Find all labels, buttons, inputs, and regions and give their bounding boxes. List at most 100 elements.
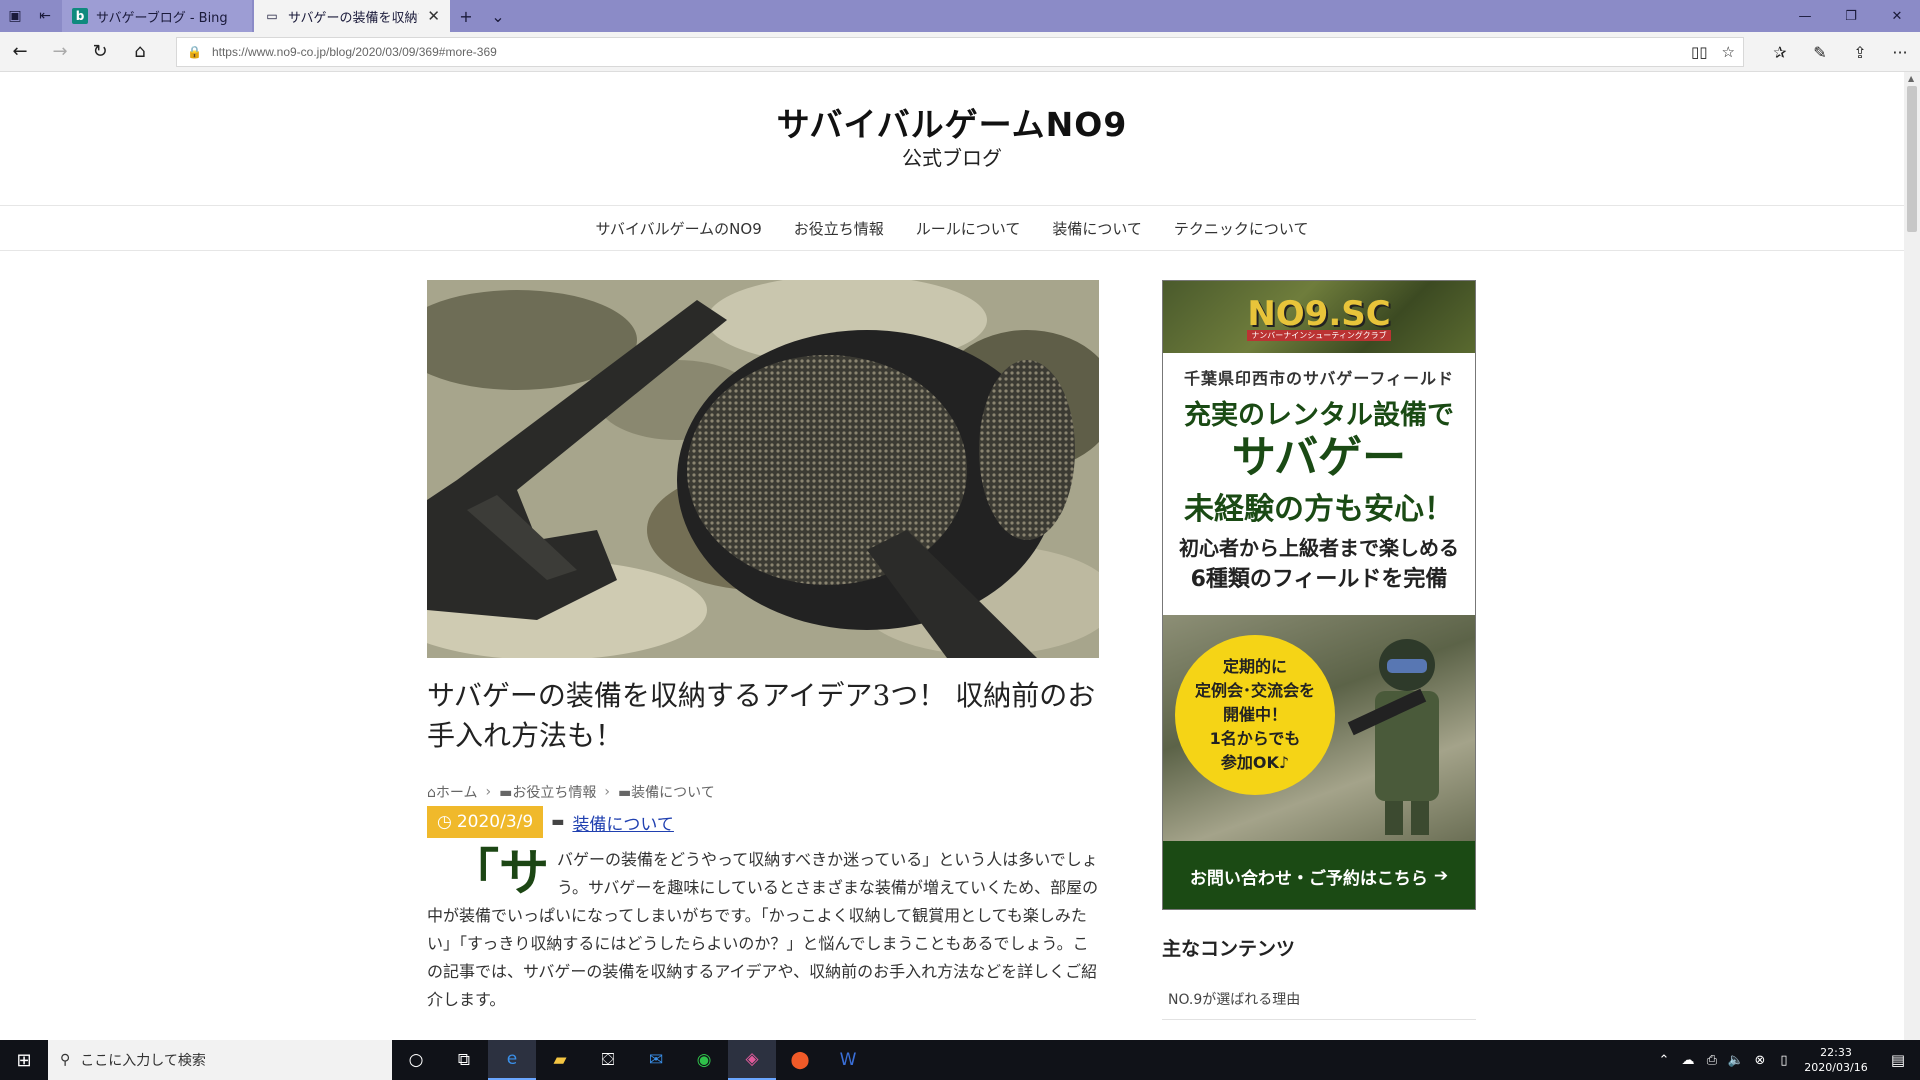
ad-line-1: 千葉県印西市のサバゲーフィールド <box>1183 369 1455 388</box>
restore-button[interactable]: ❐ <box>1828 0 1874 32</box>
windows-taskbar: ⊞ ⚲ ここに入力して検索 ○ ⧉ e ▰ ⛋ ✉ ◉ ◈ ⬤ W ⌃ ☁ ⎙ … <box>0 1040 1920 1080</box>
ad-bubble: 定期的に 定例会･交流会を 開催中！ 1名からでも 参加OK♪ <box>1175 635 1335 795</box>
windows-start-icon[interactable]: ⊞ <box>0 1040 48 1080</box>
show-hidden-icons-chevron-icon[interactable]: ⌃ <box>1652 1053 1676 1068</box>
system-clock[interactable]: 22:33 2020/03/16 <box>1796 1045 1876 1075</box>
ime-icon[interactable]: ▯ <box>1772 1053 1796 1068</box>
edge-icon[interactable]: e <box>488 1040 536 1080</box>
web-note-icon[interactable]: ✎ <box>1800 32 1840 72</box>
volume-icon[interactable]: 🔈 <box>1724 1053 1748 1068</box>
breadcrumb-separator: › <box>604 784 610 800</box>
ad-photo: 定期的に 定例会･交流会を 開催中！ 1名からでも 参加OK♪ <box>1163 615 1475 841</box>
ad-contact-link[interactable]: お問い合わせ・ご予約はこちら ➔ <box>1163 841 1475 909</box>
folder-icon: ▬ <box>551 814 565 830</box>
favorites-hub-icon[interactable]: ✰ <box>1760 32 1800 72</box>
minimize-button[interactable]: — <box>1782 0 1828 32</box>
taskbar-search[interactable]: ⚲ ここに入力して検索 <box>48 1040 392 1080</box>
ad-banner[interactable]: NO9.SC ナンバーナインシューティングクラブ 千葉県印西市のサバゲーフィール… <box>1162 280 1476 910</box>
category-link[interactable]: 装備について <box>572 810 674 835</box>
date-badge: ◷ 2020/3/9 <box>427 806 544 838</box>
tabs-aside-icon[interactable]: ⇤ <box>30 0 60 32</box>
nav-item-technique[interactable]: テクニックについて <box>1158 218 1325 239</box>
notification-icon[interactable]: ▤ <box>1876 1051 1920 1069</box>
page-viewport: サバイバルゲームNO9 公式ブログ サバイバルゲームのNO9 お役立ち情報 ルー… <box>0 72 1904 1040</box>
taskbar-search-placeholder: ここに入力して検索 <box>80 1053 206 1069</box>
ad-copy: 千葉県印西市のサバゲーフィールド 充実のレンタル設備で サバゲー 未経験の方も安… <box>1163 353 1475 615</box>
article: サバゲーの装備を収納するアイデア3つ！ 収納前のお手入れ方法も！ ⌂ホーム › … <box>427 280 1099 1014</box>
word-icon[interactable]: W <box>824 1040 872 1080</box>
maps-icon[interactable]: ⬤ <box>776 1040 824 1080</box>
ad-line-5: 初心者から上級者まで楽しめる <box>1179 536 1459 560</box>
system-tray: ⌃ ☁ ⎙ 🔈 ⊗ ▯ 22:33 2020/03/16 ▤ <box>1652 1040 1920 1080</box>
home-button[interactable]: ⌂ <box>120 32 160 72</box>
nav-item-tips[interactable]: お役立ち情報 <box>778 218 900 239</box>
clock-icon: ◷ <box>437 812 452 832</box>
hero-image <box>427 280 1099 658</box>
tab-article[interactable]: ▭ サバゲーの装備を収納する ✕ <box>254 0 450 32</box>
post-date: 2020/3/9 <box>456 812 534 832</box>
share-icon[interactable]: ⇪ <box>1840 32 1880 72</box>
tab-bar: ▣ ⇤ b サバゲーブログ - Bing ▭ サバゲーの装備を収納する ✕ + … <box>0 0 1920 32</box>
site-title[interactable]: サバイバルゲームNO9 <box>0 98 1904 146</box>
ad-line-6: 6種類のフィールドを完備 <box>1190 567 1448 592</box>
nav-item-equipment[interactable]: 装備について <box>1036 218 1158 239</box>
bing-icon: b <box>72 8 88 24</box>
pistol-mask-photo <box>427 280 1099 658</box>
page-icon: ▭ <box>266 9 278 23</box>
lock-icon: 🔒 <box>187 45 202 59</box>
ad-logo: NO9.SC <box>1247 293 1391 334</box>
scroll-up-icon[interactable]: ▲ <box>1908 74 1914 83</box>
sidebar-item-reasons[interactable]: NO.9が選ばれる理由 <box>1162 979 1476 1020</box>
article-title: サバゲーの装備を収納するアイデア3つ！ 収納前のお手入れ方法も！ <box>427 679 1096 752</box>
line-icon[interactable]: ◉ <box>680 1040 728 1080</box>
tab-title: サバゲーの装備を収納する <box>288 10 419 26</box>
navigation-bar: ← → ↻ ⌂ 🔒 https://www.no9-co.jp/blog/202… <box>0 32 1920 72</box>
store-icon[interactable]: ⛋ <box>584 1040 632 1080</box>
onedrive-icon[interactable]: ☁ <box>1676 1053 1700 1068</box>
breadcrumb: ⌂ホーム › ▬お役立ち情報 › ▬装備について <box>427 782 1099 802</box>
breadcrumb-tips[interactable]: ▬お役立ち情報 <box>499 782 596 802</box>
post-meta: ◷ 2020/3/9 ▬ 装備について <box>427 806 1099 838</box>
dropcap: 「サ <box>449 844 549 902</box>
ad-line-4: 未経験の方も安心！ <box>1184 492 1454 527</box>
tab-bing[interactable]: b サバゲーブログ - Bing <box>62 0 252 32</box>
ad-header: NO9.SC ナンバーナインシューティングクラブ <box>1163 281 1475 353</box>
cortana-icon[interactable]: ○ <box>392 1040 440 1080</box>
clock-date: 2020/03/16 <box>1804 1061 1868 1074</box>
tab-actions-icon[interactable]: ▣ <box>0 0 30 32</box>
favorite-star-icon[interactable]: ☆ <box>1722 43 1735 61</box>
new-tab-button[interactable]: + <box>450 0 482 32</box>
no-connection-icon[interactable]: ⊗ <box>1748 1053 1772 1068</box>
breadcrumb-separator: › <box>485 784 492 800</box>
soldier-photo <box>1347 639 1439 835</box>
page-scrollbar[interactable]: ▲ <box>1904 72 1920 1040</box>
app-icon[interactable]: ◈ <box>728 1040 776 1080</box>
article-body: 「サ バゲーの装備をどうやって収納すべきか迷っている」という人は多いでしょう。サ… <box>427 846 1099 1014</box>
network-icon[interactable]: ⎙ <box>1700 1053 1724 1068</box>
tab-preview-chevron-icon[interactable]: ⌄ <box>482 0 514 32</box>
address-bar[interactable]: 🔒 https://www.no9-co.jp/blog/2020/03/09/… <box>176 37 1744 67</box>
sidebar: NO9.SC ナンバーナインシューティングクラブ 千葉県印西市のサバゲーフィール… <box>1162 280 1476 1020</box>
reading-view-icon[interactable]: ▯▯ <box>1691 43 1708 61</box>
ad-line-3: サバゲー <box>1231 432 1407 483</box>
arrow-circle-icon: ➔ <box>1433 866 1449 886</box>
close-window-button[interactable]: ✕ <box>1874 0 1920 32</box>
mail-icon[interactable]: ✉ <box>632 1040 680 1080</box>
sidebar-heading: 主なコンテンツ <box>1162 938 1296 960</box>
nav-item-home[interactable]: サバイバルゲームのNO9 <box>580 218 778 239</box>
refresh-button[interactable]: ↻ <box>80 32 120 72</box>
close-tab-icon[interactable]: ✕ <box>427 7 440 25</box>
nav-item-rules[interactable]: ルールについて <box>900 218 1037 239</box>
search-icon: ⚲ <box>60 1052 71 1068</box>
back-button[interactable]: ← <box>0 32 40 72</box>
ad-line-2: 充実のレンタル設備で <box>1184 400 1454 431</box>
scrollbar-thumb[interactable] <box>1907 86 1917 232</box>
clock-time: 22:33 <box>1820 1046 1852 1059</box>
forward-button[interactable]: → <box>40 32 80 72</box>
breadcrumb-equipment[interactable]: ▬装備について <box>618 782 715 802</box>
file-explorer-icon[interactable]: ▰ <box>536 1040 584 1080</box>
task-view-icon[interactable]: ⧉ <box>440 1040 488 1080</box>
more-menu-icon[interactable]: ··· <box>1880 32 1920 72</box>
breadcrumb-home[interactable]: ⌂ホーム <box>427 782 477 802</box>
global-nav: サバイバルゲームのNO9 お役立ち情報 ルールについて 装備について テクニック… <box>0 205 1904 251</box>
